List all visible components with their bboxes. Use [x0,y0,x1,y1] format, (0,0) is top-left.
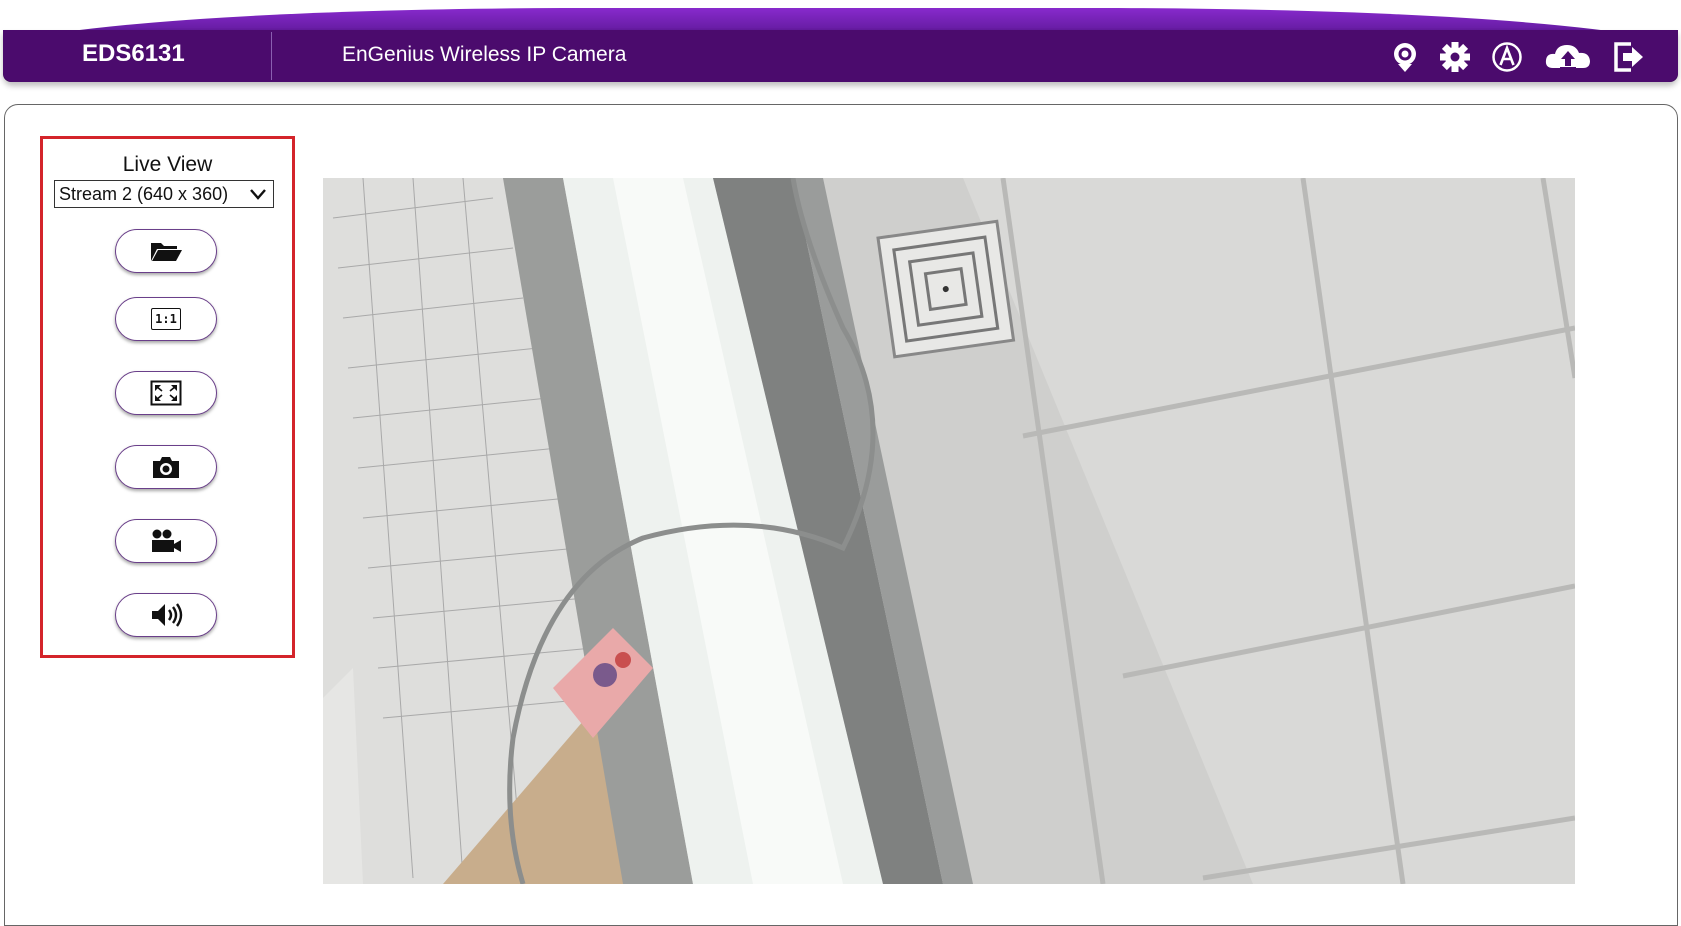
live-view-icon[interactable] [1388,40,1422,74]
audio-speaker-icon [152,603,183,627]
audio-button[interactable] [115,593,217,637]
header-divider [271,32,272,80]
actual-size-label: 1:1 [155,312,177,326]
live-view-title: Live View [122,153,213,176]
stream-select-value: Stream 2 (640 x 360) [59,184,229,204]
settings-gear-icon[interactable] [1438,40,1472,74]
live-view-panel: Live View Stream 2 (640 x 360) 1:1 [40,136,295,658]
snapshot-button[interactable] [115,445,217,489]
cloud-upload-icon[interactable] [1543,40,1593,74]
fullscreen-icon [150,380,182,406]
actual-size-icon: 1:1 [151,308,181,330]
logout-icon[interactable] [1612,40,1646,74]
header-bar [3,30,1678,82]
chevron-down-icon [250,189,266,200]
model-name: EDS6131 [82,40,185,67]
fullscreen-button[interactable] [115,371,217,415]
stream-select[interactable]: Stream 2 (640 x 360) [54,180,274,208]
camera-frame-image [323,178,1575,884]
admin-icon[interactable] [1490,40,1524,74]
open-folder-button[interactable] [115,229,217,273]
folder-icon [151,243,182,261]
record-video-icon [152,529,181,552]
actual-size-button[interactable]: 1:1 [115,297,217,341]
product-name: EnGenius Wireless IP Camera [342,43,627,66]
app-header: EDS6131 EnGenius Wireless IP Camera [0,0,1681,90]
record-video-button[interactable] [115,519,217,563]
snapshot-icon [153,457,179,478]
live-video-feed[interactable] [323,178,1575,884]
